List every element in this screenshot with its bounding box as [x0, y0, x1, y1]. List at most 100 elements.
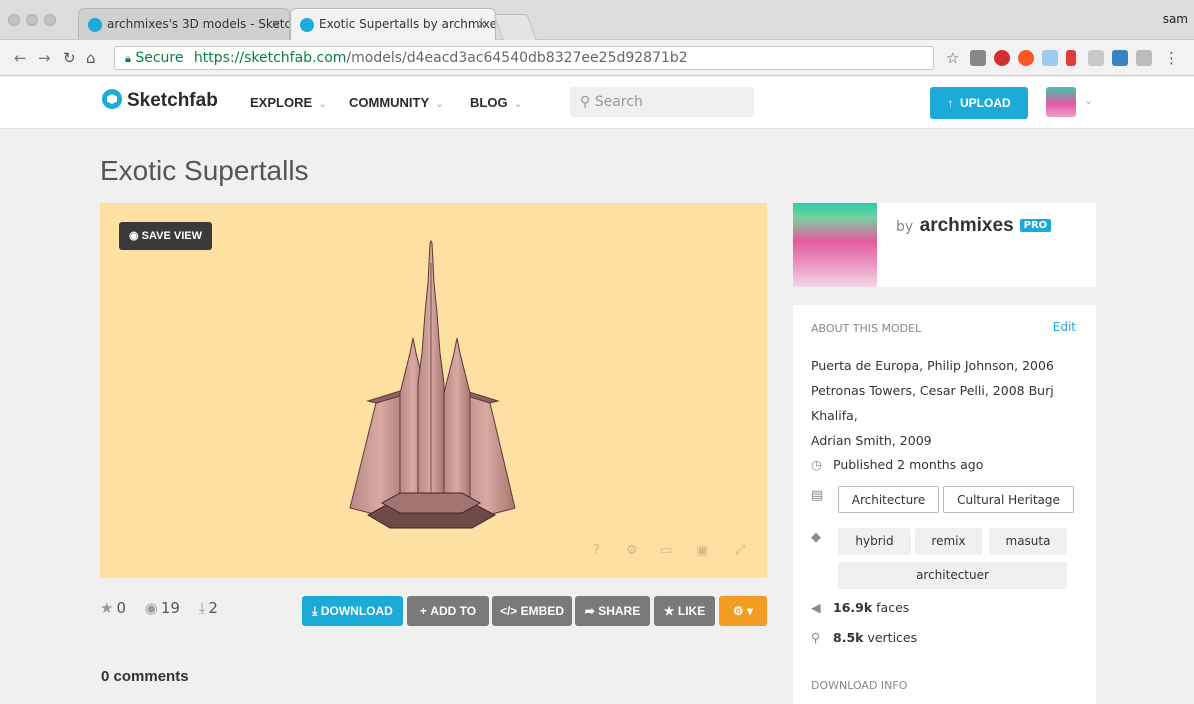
extension-arrow-icon[interactable] — [1112, 50, 1128, 66]
sketchfab-logo[interactable]: Sketchfab — [102, 89, 218, 112]
chevron-down-icon: ▾ — [747, 604, 754, 618]
download-button[interactable]: ⤓ DOWNLOAD — [302, 596, 403, 626]
address-bar[interactable]: 🔒︎ Secure https://sketchfab.com/models/d… — [114, 46, 934, 70]
chevron-down-icon: ⌄ — [318, 98, 328, 110]
fullscreen-icon[interactable]: ⤢ — [735, 543, 745, 558]
tag-icon: ◆ — [811, 530, 821, 545]
user-avatar[interactable] — [1046, 87, 1076, 117]
browser-profile-name[interactable]: sam — [1163, 12, 1188, 26]
model-description: Puerta de Europa, Philip Johnson, 2006 P… — [811, 358, 1054, 448]
edit-link[interactable]: Edit — [1053, 320, 1076, 334]
eye-icon: ◉ — [144, 599, 158, 617]
settings-gear-icon[interactable]: ⚙ — [626, 543, 638, 558]
docs-extension-icon[interactable] — [1042, 50, 1058, 66]
category-chip[interactable]: Cultural Heritage — [943, 486, 1074, 513]
author-card: by archmixes PRO — [793, 203, 1096, 287]
download-icon: ⤓ — [312, 604, 318, 618]
page-title: Exotic Supertalls — [100, 155, 309, 186]
extension-drive-icon[interactable] — [1088, 50, 1104, 66]
author-name[interactable]: archmixes — [920, 215, 1014, 236]
viewer-controls: ? ⚙ ▭ ▣ ⤢ — [588, 543, 758, 563]
extension-bars-icon[interactable] — [1066, 50, 1076, 66]
tag-chip[interactable]: remix — [915, 528, 982, 555]
share-arrow-icon: ➦ — [584, 604, 595, 618]
nav-community[interactable]: COMMUNITY ⌄ — [349, 95, 444, 110]
more-options-button[interactable]: ⚙ ▾ — [719, 596, 767, 626]
pro-badge: PRO — [1019, 219, 1052, 232]
download-count-icon: ⤓ — [198, 599, 206, 617]
upload-button[interactable]: ↑ UPLOAD — [930, 87, 1028, 119]
bookmark-star-icon[interactable]: ☆ — [946, 49, 959, 67]
vr-headset-icon[interactable]: ▭ — [660, 543, 672, 558]
tab-close-icon[interactable]: × — [271, 9, 281, 40]
extension-t-icon[interactable] — [970, 50, 986, 66]
burj-khalifa — [417, 239, 445, 504]
camera-extension-icon[interactable] — [1136, 50, 1152, 66]
upload-arrow-icon: ↑ — [947, 96, 954, 110]
embed-button[interactable]: </> EMBED — [492, 596, 572, 626]
chevron-down-icon: ⌄ — [435, 98, 445, 110]
forward-arrow-icon[interactable]: → — [38, 49, 51, 67]
browser-tab-profile[interactable]: archmixes's 3D models - Sketc × — [78, 8, 290, 40]
lock-icon: 🔒︎ — [125, 52, 131, 65]
help-icon[interactable]: ? — [593, 543, 600, 558]
back-arrow-icon[interactable]: ← — [14, 49, 27, 67]
author-byline: by archmixes PRO — [896, 215, 1052, 237]
url-host: https://sketchfab.com — [193, 50, 347, 66]
browser-tab-bar: archmixes's 3D models - Sketc × Exotic S… — [0, 0, 1194, 40]
pinterest-extension-icon[interactable] — [994, 50, 1010, 66]
model-viewer[interactable]: ◉ SAVE VIEW ? ⚙ ▭ ▣ ⤢ — [100, 203, 767, 578]
download-info-heading: DOWNLOAD INFO — [811, 679, 908, 692]
reload-icon[interactable]: ↻ — [63, 49, 76, 67]
nav-explore[interactable]: EXPLORE ⌄ — [250, 95, 327, 110]
category-icon: ▤ — [811, 488, 824, 503]
share-button[interactable]: ➦ SHARE — [575, 596, 650, 626]
star-icon: ★ — [100, 599, 114, 617]
sketchfab-logo-icon — [102, 89, 122, 109]
search-icon: ⚲ — [580, 94, 591, 110]
chevron-down-icon[interactable]: ⌄ — [1084, 94, 1093, 107]
search-input[interactable]: ⚲ Search — [570, 87, 754, 117]
window-zoom-dot[interactable] — [44, 14, 56, 26]
like-count: 0 — [116, 599, 126, 617]
category-chip[interactable]: Architecture — [838, 486, 939, 513]
chevron-down-icon: ⌄ — [513, 98, 523, 110]
sketchfab-favicon-icon — [88, 18, 102, 32]
window-minimize-dot[interactable] — [26, 14, 38, 26]
browser-menu-icon[interactable]: ⋮ — [1164, 49, 1179, 67]
code-icon: </> — [499, 604, 518, 618]
comments-heading: 0 comments — [101, 668, 189, 685]
model-stats: ★ 0 ◉ 19 ⤓ 2 — [100, 599, 232, 617]
tag-chip[interactable]: hybrid — [838, 528, 911, 555]
faces-count: ◀ 16.9k faces — [811, 600, 910, 615]
window-close-dot[interactable] — [8, 14, 20, 26]
home-icon[interactable]: ⌂ — [86, 49, 96, 67]
vertex-icon: ⚲ — [811, 630, 821, 645]
view-count: 19 — [160, 599, 180, 617]
about-heading: ABOUT THIS MODEL — [811, 322, 922, 335]
petronas-tower-right — [443, 337, 471, 504]
browser-tab-model[interactable]: Exotic Supertalls by archmixes × — [290, 8, 496, 40]
tag-chip[interactable]: architectuer — [838, 562, 1067, 589]
url-path: /models/d4eacd3ac64540db8327ee25d92871b2 — [346, 50, 688, 66]
tab-title: archmixes's 3D models - Sketc — [107, 17, 290, 31]
embed-viewer-icon[interactable]: ▣ — [696, 543, 708, 558]
extension-o-icon[interactable] — [1018, 50, 1034, 66]
add-to-button[interactable]: + ADD TO — [407, 596, 489, 626]
search-placeholder: Search — [594, 94, 643, 110]
about-panel: ABOUT THIS MODEL Edit Puerta de Europa, … — [793, 305, 1096, 704]
star-icon: ★ — [663, 604, 675, 618]
plus-icon: + — [419, 604, 427, 618]
nav-blog[interactable]: BLOG ⌄ — [470, 95, 523, 110]
new-tab-button[interactable] — [493, 14, 537, 40]
tag-chip[interactable]: masuta — [989, 528, 1067, 555]
secure-label: Secure — [135, 50, 184, 66]
tab-close-icon[interactable]: × — [477, 9, 487, 40]
author-avatar[interactable] — [793, 203, 877, 287]
model-render — [349, 239, 516, 529]
sketchfab-favicon-icon — [300, 18, 314, 32]
tab-title: Exotic Supertalls by archmixes — [319, 17, 496, 31]
published-date: ◷ Published 2 months ago — [811, 457, 984, 472]
site-header: Sketchfab EXPLORE ⌄ COMMUNITY ⌄ BLOG ⌄ ⚲ Se… — [0, 77, 1194, 129]
like-button[interactable]: ★ LIKE — [654, 596, 715, 626]
